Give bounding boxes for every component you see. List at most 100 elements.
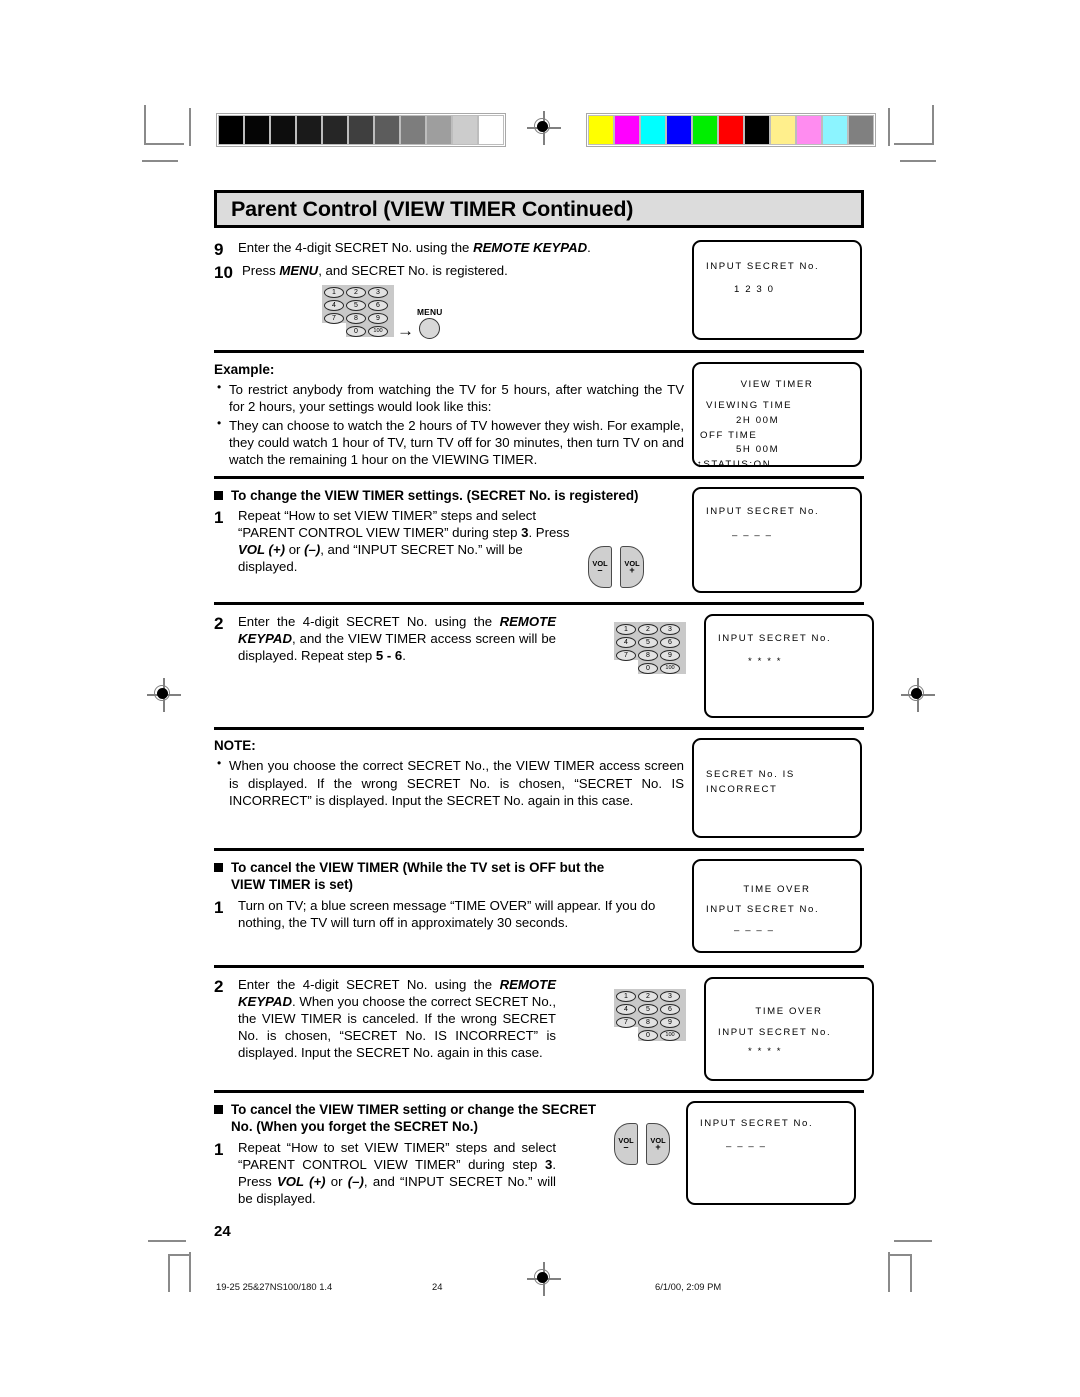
menu-button-graphic[interactable]: MENU [417, 307, 442, 340]
volume-buttons-graphic-2[interactable]: VOL – VOL + [614, 1123, 670, 1166]
section-note: NOTE: When you choose the correct SECRET… [214, 738, 864, 839]
keypad-key-9[interactable]: 9 [660, 1017, 680, 1029]
t: Enter the 4-digit SECRET No. using the [238, 614, 500, 630]
vol-plus-button[interactable]: VOL + [620, 546, 644, 589]
step-9-keypad-emphasis: REMOTE KEYPAD [473, 240, 588, 255]
square-bullet-icon [214, 863, 223, 873]
keypad-key-7[interactable]: 7 [324, 313, 344, 325]
tv-line: INPUT SECRET No. [700, 1118, 814, 1130]
keypad-key-100[interactable]: 100 [660, 1030, 680, 1042]
tv-line: * * * * [748, 656, 783, 668]
gray-swatch [348, 115, 374, 145]
keypad-key-8[interactable]: 8 [638, 650, 658, 662]
registration-mark-top-center [527, 111, 561, 145]
keypad-key-1[interactable]: 1 [616, 991, 636, 1003]
keypad-key-0[interactable]: 0 [638, 1030, 658, 1042]
change-step-2: 2 Enter the 4-digit SECRET No. using the… [214, 614, 614, 665]
gray-swatch [322, 115, 348, 145]
color-swatch [796, 115, 822, 145]
keypad-key-6[interactable]: 6 [660, 1004, 680, 1016]
keypad-row: 789 [322, 311, 394, 325]
tv-line: 1 2 3 0 [734, 283, 775, 295]
keypad-key-2[interactable]: 2 [638, 624, 658, 636]
t: . [402, 648, 406, 664]
gray-swatch [296, 115, 322, 145]
crop-mark-top-left-v [144, 105, 146, 145]
step-9-text: Enter the 4-digit SECRET No. using the R… [238, 240, 591, 257]
tv-screen-view-timer: VIEW TIMER VIEWING TIME 2H 00M OFF TIME … [692, 362, 862, 470]
section-cancel-timer: To cancel the VIEW TIMER (While the TV s… [214, 859, 864, 954]
t: Repeat “How to set VIEW TIMER” steps and… [238, 1140, 556, 1173]
crop-mark-bottom-left-h [148, 1240, 186, 1242]
crop-mark-top-right-v2 [888, 108, 890, 146]
crop-mark-top-right-h2 [900, 160, 936, 162]
arrow-right-icon: → [397, 321, 414, 341]
volume-buttons-graphic-1[interactable]: VOL – VOL + [588, 546, 644, 589]
keypad-row: 789 [614, 648, 686, 662]
keypad-key-7[interactable]: 7 [616, 1017, 636, 1029]
keypad-key-6[interactable]: 6 [660, 637, 680, 649]
keypad-key-7[interactable]: 7 [616, 650, 636, 662]
t: To cancel the VIEW TIMER setting or chan… [231, 1102, 597, 1118]
keypad-key-100[interactable]: 100 [368, 326, 388, 338]
tv-line: INPUT SECRET No. [706, 506, 820, 518]
keypad-row: 123 [322, 285, 394, 299]
page-number: 24 [214, 1223, 231, 1240]
grayscale-calibration-bar [216, 113, 506, 147]
section-divider [214, 727, 864, 731]
keypad-key-0[interactable]: 0 [346, 326, 366, 338]
section-cancel-or-change: To cancel the VIEW TIMER setting or chan… [214, 1101, 864, 1208]
t: or [285, 542, 305, 558]
section-divider [214, 1090, 864, 1094]
step-10-text-c: , and SECRET No. is registered. [318, 262, 508, 278]
keypad-key-1[interactable]: 1 [324, 287, 344, 299]
tv-line: INPUT SECRET No. [718, 1027, 832, 1039]
keypad-key-3[interactable]: 3 [660, 624, 680, 636]
change-settings-heading-text: To change the VIEW TIMER settings. (SECR… [231, 488, 639, 504]
tv-screen-time-over-stars: TIME OVER INPUT SECRET No. * * * * [704, 977, 874, 1082]
t: Enter the 4-digit SECRET No. using the [238, 977, 500, 993]
keypad-key-5[interactable]: 5 [638, 1004, 658, 1016]
note-label: NOTE: [214, 738, 256, 754]
cancel-timer-heading: To cancel the VIEW TIMER (While the TV s… [214, 859, 684, 893]
change-settings-step-1-number: 1 [214, 508, 224, 528]
vol-minus-button[interactable]: VOL – [588, 546, 612, 589]
keypad-key-8[interactable]: 8 [638, 1017, 658, 1029]
vol-minus-button[interactable]: VOL – [614, 1123, 638, 1166]
gray-swatch [218, 115, 244, 145]
keypad-key-9[interactable]: 9 [660, 650, 680, 662]
tv-line: ↕STATUS:ON [697, 459, 772, 471]
keypad-key-5[interactable]: 5 [346, 300, 366, 312]
keypad-key-1[interactable]: 1 [616, 624, 636, 636]
list-item: They can choose to watch the 2 hours of … [214, 416, 684, 469]
keypad-key-0[interactable]: 0 [638, 663, 658, 675]
section-change-step-2: 2 Enter the 4-digit SECRET No. using the… [214, 614, 874, 719]
keypad-key-5[interactable]: 5 [638, 637, 658, 649]
keypad-key-6[interactable]: 6 [368, 300, 388, 312]
keypad-key-2[interactable]: 2 [346, 287, 366, 299]
keypad-key-4[interactable]: 4 [616, 637, 636, 649]
example-heading: Example: [214, 362, 275, 377]
tv-line: – – – – [734, 925, 775, 937]
crop-mark-bottom-right-h [894, 1240, 932, 1242]
tv-screen-input-secret-stars-1: INPUT SECRET No. * * * * [704, 614, 874, 719]
keypad-key-3[interactable]: 3 [660, 991, 680, 1003]
cancel-or-change-heading: To cancel the VIEW TIMER setting or chan… [214, 1101, 614, 1135]
keypad-key-9[interactable]: 9 [368, 313, 388, 325]
vol-plus-button[interactable]: VOL + [646, 1123, 670, 1166]
tv-line: VIEWING TIME [706, 399, 793, 411]
t: Repeat “How to set VIEW TIMER” steps and… [238, 508, 537, 541]
crop-mark-top-left-h [144, 143, 184, 145]
keypad-key-2[interactable]: 2 [638, 991, 658, 1003]
keypad-key-100[interactable]: 100 [660, 663, 680, 675]
vol-plus-sign: + [655, 1142, 661, 1153]
keypad-row: 0 100 [614, 661, 686, 675]
keypad-key-3[interactable]: 3 [368, 287, 388, 299]
keypad-key-8[interactable]: 8 [346, 313, 366, 325]
page-title: Parent Control (VIEW TIMER Continued) [231, 196, 634, 221]
keypad-key-4[interactable]: 4 [324, 300, 344, 312]
keypad-key-4[interactable]: 4 [616, 1004, 636, 1016]
cancel-or-change-step-1: 1 Repeat “How to set VIEW TIMER” steps a… [214, 1140, 614, 1208]
gray-swatch [400, 115, 426, 145]
crop-mark-top-right-h [894, 143, 934, 145]
